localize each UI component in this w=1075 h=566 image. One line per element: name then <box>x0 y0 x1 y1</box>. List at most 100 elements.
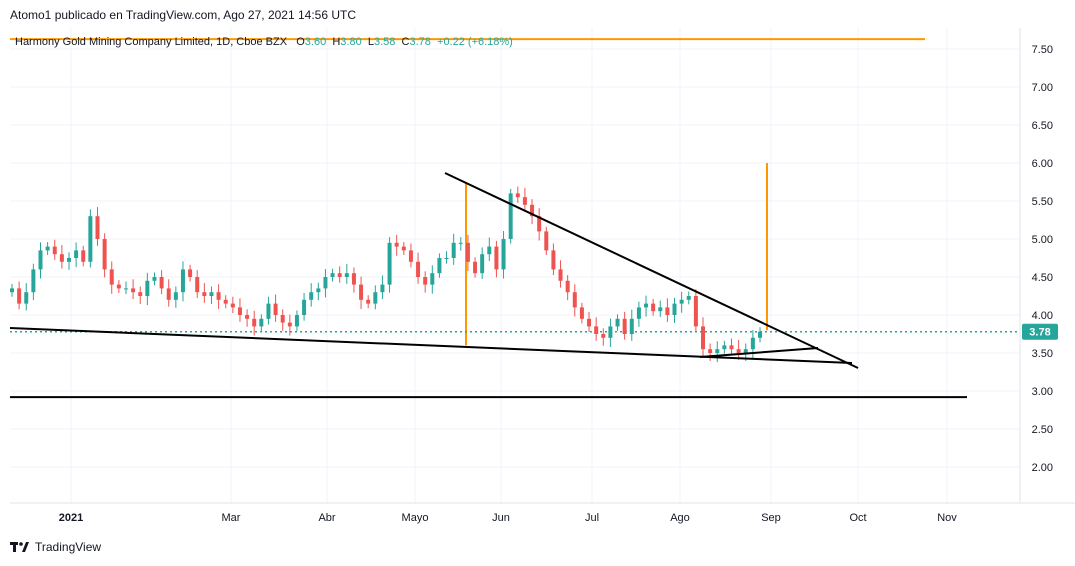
candle-body <box>701 326 706 350</box>
candle-body <box>266 303 271 319</box>
last-price-text: 3.78 <box>1029 327 1050 339</box>
candle-body <box>601 334 606 338</box>
candle-body <box>615 318 620 327</box>
candle-body <box>423 277 428 285</box>
candle-body <box>81 250 86 262</box>
candle-body <box>59 254 64 262</box>
price-tick-label: 6.50 <box>1032 120 1053 132</box>
candle-body <box>458 242 463 244</box>
candle-body <box>572 292 577 308</box>
candle-body <box>594 326 599 334</box>
candle-body <box>10 288 14 293</box>
candle-body <box>658 307 663 312</box>
candle-body <box>387 242 392 285</box>
last-price-label: 3.78 <box>1022 323 1058 340</box>
candle-body <box>166 288 171 300</box>
time-tick-label: Oct <box>849 512 866 524</box>
candle-body <box>116 284 121 289</box>
tradingview-logo-icon <box>10 542 29 552</box>
time-tick-label: Ago <box>670 512 690 524</box>
price-tick-label: 4.50 <box>1032 272 1053 284</box>
price-tick-label: 4.00 <box>1032 310 1053 322</box>
candle-body <box>722 345 727 350</box>
candle-body <box>145 280 150 296</box>
candle-body <box>579 307 584 319</box>
candle-body <box>337 273 342 277</box>
candle-body <box>636 307 641 319</box>
candle-body <box>451 242 456 258</box>
candle-body <box>501 239 506 270</box>
candle-body <box>693 296 698 327</box>
price-tick-label: 7.50 <box>1032 44 1053 56</box>
candle-body <box>494 246 499 270</box>
candle-body <box>102 239 107 270</box>
price-tick-label: 2.00 <box>1032 462 1053 474</box>
time-tick-label: 2021 <box>59 512 83 524</box>
candle-body <box>17 288 22 304</box>
candle-body <box>259 318 264 327</box>
descending-trendline[interactable] <box>444 172 859 369</box>
tradingview-branding[interactable]: TradingView <box>10 540 101 554</box>
candle-body <box>38 250 43 270</box>
candle-body <box>480 254 485 274</box>
close-value: 3.78 <box>409 36 431 48</box>
low-value: 3.58 <box>373 36 396 48</box>
time-tick-label: Jul <box>585 512 599 524</box>
candle-body <box>665 307 670 315</box>
time-axis[interactable]: 2021 Mar Abr Mayo Jun Jul Ago Sep Oct Nov <box>59 512 958 524</box>
candle-body <box>522 197 527 205</box>
candle-body <box>380 284 385 293</box>
high-value: 3.80 <box>340 36 362 48</box>
candle-body <box>209 292 214 296</box>
candle-body <box>24 292 29 304</box>
candle-body <box>565 280 570 293</box>
candle-body <box>74 250 79 258</box>
time-tick-label: Mayo <box>402 512 429 524</box>
candle-body <box>515 193 520 198</box>
candle-body <box>437 258 442 274</box>
time-tick-label: Abr <box>318 512 335 524</box>
candle-body <box>294 315 299 327</box>
price-axis[interactable]: 7.50 7.00 6.50 6.00 5.50 5.00 4.50 4.00 3.50 3.00… <box>1032 44 1053 474</box>
candle-body <box>131 288 136 293</box>
time-tick-label: Jun <box>492 512 510 524</box>
candle-body <box>708 349 713 353</box>
candle-body <box>109 269 114 285</box>
candle-body <box>750 337 755 350</box>
candle-body <box>473 261 478 274</box>
price-tick-label: 5.00 <box>1032 234 1053 246</box>
candle-body <box>230 303 235 308</box>
candle-body <box>465 242 470 262</box>
candle-body <box>237 307 242 315</box>
candle-body <box>351 273 356 285</box>
candle-body <box>359 284 364 300</box>
change-value: +0.22 (+6.18%) <box>437 36 513 48</box>
time-tick-label: Mar <box>222 512 241 524</box>
candle-body <box>287 322 292 327</box>
candle-body <box>651 303 656 312</box>
candle-body <box>416 261 421 277</box>
candle-body <box>316 288 321 293</box>
open-label: O <box>296 36 305 48</box>
candle-body <box>401 246 406 251</box>
candle-body <box>686 296 691 300</box>
candle-body <box>309 292 314 300</box>
candle-body <box>280 315 285 323</box>
price-tick-label: 5.50 <box>1032 196 1053 208</box>
candle-body <box>45 246 50 251</box>
price-tick-label: 3.50 <box>1032 348 1053 360</box>
candle-body <box>587 318 592 327</box>
candle-body <box>551 250 556 270</box>
publisher-caption: Atomo1 publicado en TradingView.com, Ago… <box>10 8 357 22</box>
price-tick-label: 2.50 <box>1032 424 1053 436</box>
candle-body <box>138 292 143 296</box>
candle-body <box>245 315 250 319</box>
candle-body <box>273 303 278 315</box>
trendlines[interactable] <box>9 172 859 369</box>
candle-body <box>394 242 399 247</box>
open-value: 3.60 <box>304 36 327 48</box>
drawing-annotations[interactable] <box>10 38 1020 399</box>
symbol-name: Harmony Gold Mining Company Limited, 1D,… <box>15 36 288 48</box>
candle-body <box>302 299 307 315</box>
price-chart[interactable]: 7.50 7.00 6.50 6.00 5.50 5.00 4.50 4.00 3.50 3.00… <box>0 0 1075 566</box>
